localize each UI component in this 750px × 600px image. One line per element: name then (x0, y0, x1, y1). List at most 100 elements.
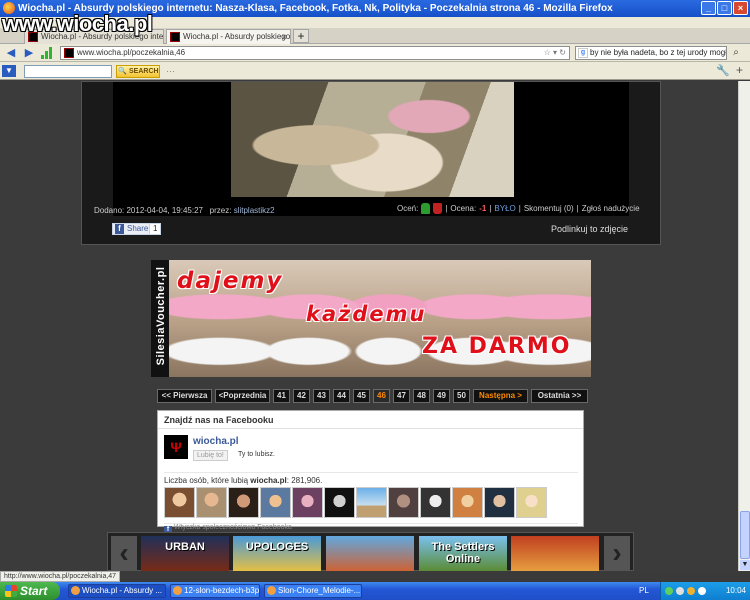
fan-avatar[interactable] (420, 487, 451, 518)
scrollbar-thumb[interactable] (740, 511, 750, 559)
tray-volume-icon[interactable] (676, 587, 684, 595)
pager-next[interactable]: Następna > (473, 389, 528, 403)
fan-avatar[interactable] (452, 487, 483, 518)
forward-arrow-icon[interactable]: ▶ (21, 46, 37, 60)
tray-network-icon[interactable] (665, 587, 673, 595)
wiocha-logo[interactable]: Ψ (164, 435, 188, 459)
system-tray: PL 10:04 (639, 582, 750, 600)
taskbar-item[interactable]: Slon-Chore_Melodie-... (264, 584, 362, 598)
post-meta: Dodano: 2012-04-04, 19:45:27 przez: slit… (94, 206, 275, 215)
permalink-link[interactable]: Podlinkuj to zdjęcie (551, 224, 628, 234)
page-scrollbar[interactable]: ▼ (738, 81, 750, 571)
fan-avatar[interactable] (484, 487, 515, 518)
pager-last[interactable]: Ostatnia >> (531, 389, 588, 403)
pager-first[interactable]: << Pierwsza (157, 389, 212, 403)
maximize-icon[interactable]: □ (717, 1, 732, 15)
pagination: << Pierwsza <Poprzednia 41 42 43 44 45 4… (157, 389, 588, 403)
thumb-up-icon[interactable] (421, 203, 431, 214)
pager-page[interactable]: 47 (393, 389, 410, 403)
carousel-left-arrow-icon[interactable]: ‹ (111, 536, 137, 571)
pager-page[interactable]: 42 (293, 389, 310, 403)
language-indicator[interactable]: PL (639, 582, 649, 600)
post-photo[interactable] (231, 82, 514, 197)
toolbar-logo-icon[interactable]: ▼ (2, 65, 16, 77)
fan-avatar[interactable] (228, 487, 259, 518)
game-thumbnail[interactable]: The Settlers Online (419, 536, 507, 571)
address-text: www.wiocha.pl/poczekalnia,46 (77, 48, 186, 57)
game-thumbnail[interactable]: URBAN (141, 536, 229, 571)
game-thumbnail[interactable] (326, 536, 414, 571)
window-controls: _ □ × (701, 1, 748, 15)
fan-avatar[interactable] (516, 487, 547, 518)
pager-page[interactable]: 49 (433, 389, 450, 403)
taskbar-item[interactable]: 12-slon-bezdech-b3pl... (170, 584, 260, 598)
rating-bar: Oceń: | Ocena: -1 | BYŁO | Skomentuj (0)… (397, 203, 640, 214)
new-tab-button[interactable]: + (293, 29, 309, 43)
fan-avatar[interactable] (164, 487, 195, 518)
clock: 10:04 (725, 586, 746, 595)
minimize-icon[interactable]: _ (701, 1, 716, 15)
thumb-down-icon[interactable] (433, 203, 443, 214)
reload-icon[interactable]: ☆ ▾ ↻ (544, 47, 566, 59)
author-link[interactable]: slitplastikz2 (234, 206, 275, 215)
comment-link[interactable]: Skomentuj (0) (524, 204, 574, 213)
carousel-right-arrow-icon[interactable]: › (604, 536, 630, 571)
address-bar[interactable]: www.wiocha.pl/poczekalnia,46 ☆ ▾ ↻ (60, 46, 570, 60)
fan-avatar[interactable] (292, 487, 323, 518)
pager-prev[interactable]: <Poprzednia (215, 389, 270, 403)
tab-close-icon[interactable]: × (282, 30, 287, 44)
fb-page-name[interactable]: wiocha.pl (193, 436, 239, 447)
site-watermark: www.wiocha.pl (2, 11, 153, 36)
pager-page[interactable]: 50 (453, 389, 470, 403)
search-icon[interactable]: ⌕ (729, 46, 743, 60)
scroll-down-arrow-icon[interactable]: ▼ (740, 560, 750, 570)
game-thumbnail[interactable]: UPOLOGES (233, 536, 321, 571)
fb-header: Znajdź nas na Facebooku (158, 411, 583, 429)
fb-plugin-footer[interactable]: Wtyczka społecznościowa Facebooka (164, 523, 578, 534)
toolbar-search-input[interactable] (24, 65, 112, 78)
share-count: 1 (149, 223, 162, 235)
toolbar-search-button[interactable]: SEARCH (116, 65, 160, 78)
search-input[interactable]: g by nie była nadeta, bo z tej urody mog… (575, 46, 727, 60)
tab-2[interactable]: Wiocha.pl - Absurdy polskiego internetu:… (166, 29, 291, 44)
game-title: The Settlers Online (431, 541, 495, 565)
taskbar-item[interactable]: Wiocha.pl - Absurdy ... (68, 584, 166, 598)
tray-app-icon[interactable] (698, 587, 706, 595)
facebook-share-button[interactable]: Share (112, 223, 153, 235)
fan-avatar[interactable] (388, 487, 419, 518)
banner-text-3: ZA DARMO (422, 334, 572, 359)
pager-page[interactable]: 43 (313, 389, 330, 403)
game-thumbnail[interactable] (511, 536, 599, 571)
tab-label: Wiocha.pl - Absurdy polskiego internetu:… (183, 32, 291, 41)
fan-avatar[interactable] (324, 487, 355, 518)
banner-text-2: każdemu (306, 302, 427, 326)
search-value: by nie była nadeta, bo z tej urody mogła… (590, 48, 727, 57)
facebook-like-box: Znajdź nas na Facebooku Ψ wiocha.pl Lubi… (157, 410, 584, 534)
report-link[interactable]: Zgłoś nadużycie (582, 204, 640, 213)
pager-page[interactable]: 45 (353, 389, 370, 403)
fb-you-like: Ty to lubisz. (238, 451, 275, 458)
fb-like-button[interactable]: Lubię to! (193, 450, 228, 461)
fb-count-value: : 281,906. (286, 476, 323, 485)
rate-label: Oceń: (397, 204, 419, 213)
by-label: przez: (209, 206, 232, 215)
tray-security-icon[interactable] (687, 587, 695, 595)
tray-icons (665, 587, 706, 595)
navigation-bar: ◀ ▶ www.wiocha.pl/poczekalnia,46 ☆ ▾ ↻ g… (0, 44, 750, 62)
addon-toolbar: ▼ SEARCH ⋯ 🔧 + (0, 62, 750, 80)
fan-avatar[interactable] (356, 487, 387, 518)
pager-page[interactable]: 44 (333, 389, 350, 403)
fan-avatar[interactable] (260, 487, 291, 518)
back-arrow-icon[interactable]: ◀ (3, 46, 19, 60)
byl-link[interactable]: BYŁO (494, 204, 515, 213)
pager-page[interactable]: 41 (273, 389, 290, 403)
plus-icon[interactable]: + (736, 63, 743, 77)
wrench-icon[interactable]: 🔧 (716, 64, 730, 77)
ad-banner[interactable]: SilesiaVoucher.pl dajemy każdemu ZA DARM… (151, 260, 591, 377)
post-photo-frame (113, 82, 629, 216)
fan-avatar[interactable] (196, 487, 227, 518)
start-button[interactable]: Start (0, 582, 60, 600)
google-icon: g (578, 48, 588, 58)
close-icon[interactable]: × (733, 1, 748, 15)
pager-page[interactable]: 48 (413, 389, 430, 403)
